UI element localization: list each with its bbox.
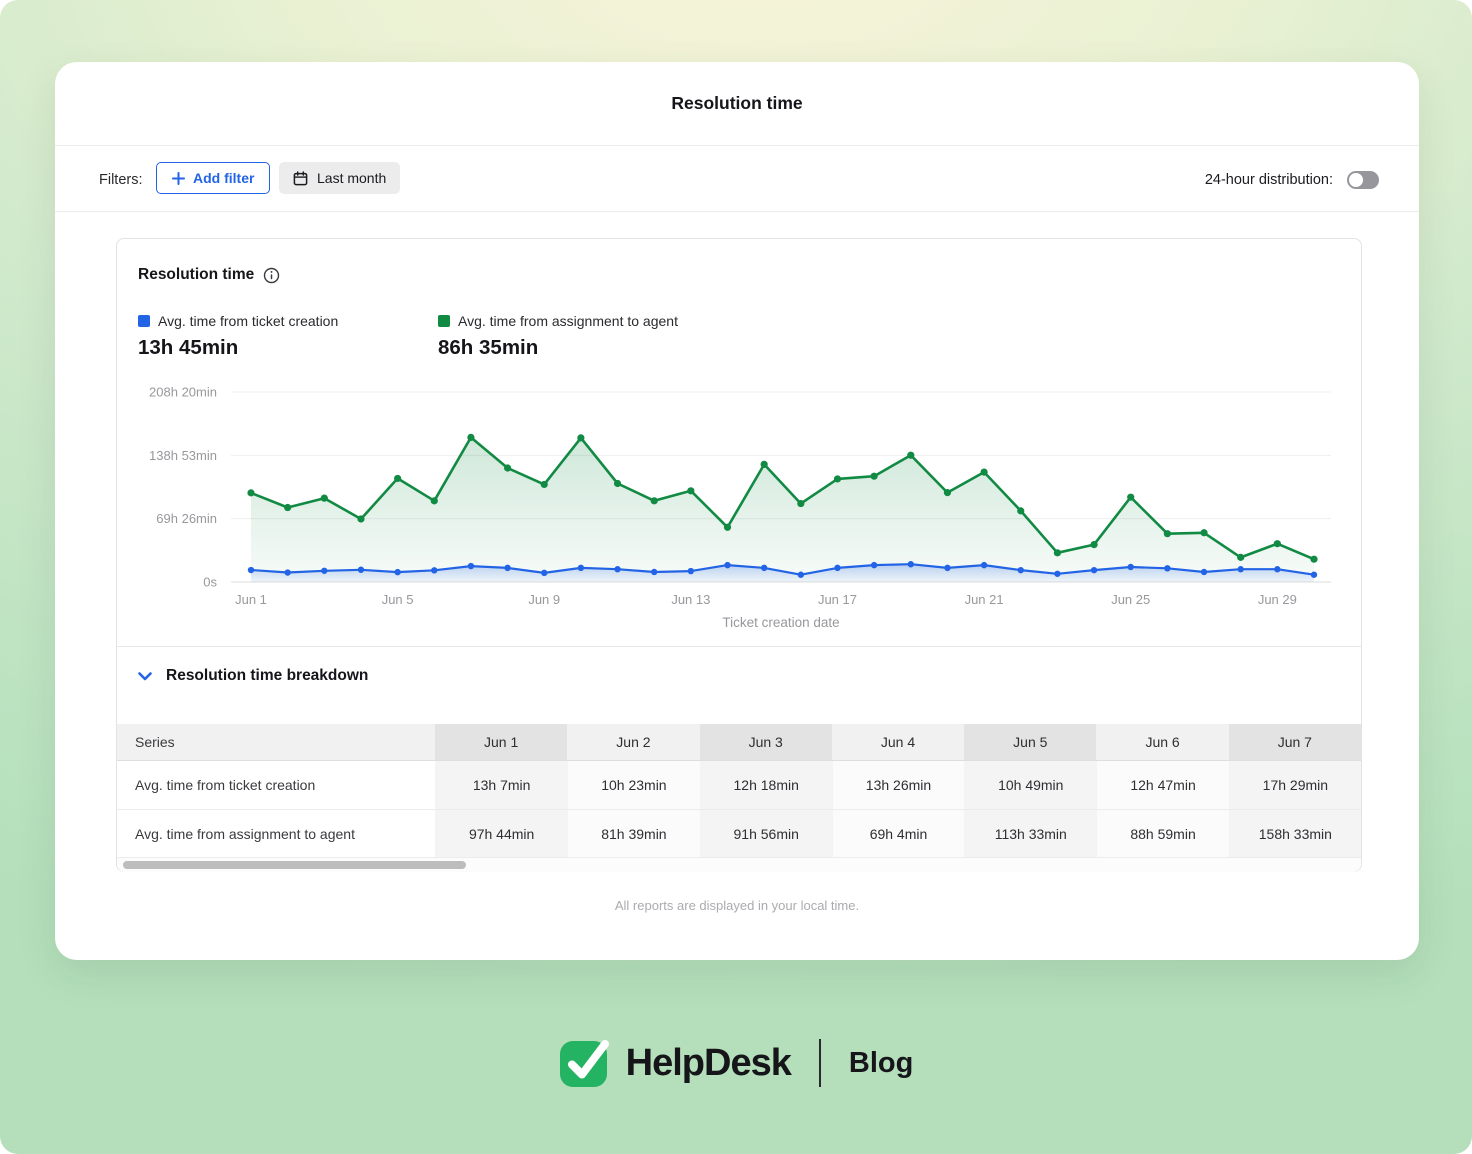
table-row-label: Avg. time from assignment to agent [117,809,435,857]
blog-link[interactable]: Blog [849,1047,913,1080]
toggle-knob [1349,173,1363,187]
filters-label: Filters: [99,172,143,188]
panel-divider [117,646,1361,647]
table-header-cell: Jun 7 [1229,724,1361,761]
svg-text:Jun 1: Jun 1 [235,592,267,607]
local-time-footnote: All reports are displayed in your local … [55,898,1419,913]
svg-text:Jun 17: Jun 17 [818,592,857,607]
table-row-label: Avg. time from ticket creation [117,761,435,809]
legend-label: Avg. time from assignment to agent [458,313,678,329]
plus-icon [172,172,185,185]
table-header-cell: Jun 5 [964,724,1096,761]
legend-value: 86h 35min [438,336,678,360]
table-scrollbar-track[interactable] [117,857,1361,872]
svg-text:Jun 29: Jun 29 [1258,592,1297,607]
breakdown-title: Resolution time breakdown [166,667,368,685]
report-header: Resolution time [55,62,1419,146]
table-cell: 69h 4min [832,809,964,857]
info-icon[interactable] [263,267,280,284]
svg-text:69h 26min: 69h 26min [156,511,217,526]
table-cell: 81h 39min [567,809,699,857]
breakdown-table: SeriesJun 1Jun 2Jun 3Jun 4Jun 5Jun 6Jun … [117,724,1361,857]
chevron-down-icon [138,672,152,681]
resolution-time-panel: Resolution time Avg. time from ticket cr… [116,238,1362,872]
table-cell: 97h 44min [435,809,567,857]
svg-text:Jun 9: Jun 9 [528,592,560,607]
legend-value: 13h 45min [138,336,338,360]
svg-text:0s: 0s [203,575,217,590]
page-footer: HelpDesk Blog [0,1036,1472,1090]
table-cell: 113h 33min [964,809,1096,857]
resolution-time-chart[interactable]: 208h 20min 138h 53min 69h 26min 0s Jun 1 Jun … [117,377,1363,637]
table-header-cell: Jun 3 [700,724,832,761]
legend-swatch-blue [138,315,150,327]
table-cell: 12h 47min [1096,761,1228,809]
svg-text:208h 20min: 208h 20min [149,385,217,400]
table-cell: 88h 59min [1096,809,1228,857]
panel-heading: Resolution time [138,266,280,284]
panel-title: Resolution time [138,266,254,284]
table-cell: 91h 56min [700,809,832,857]
table-scrollbar-thumb[interactable] [123,861,466,869]
svg-text:138h 53min: 138h 53min [149,448,217,463]
page-background: Resolution time Filters: Add filter [0,0,1472,1154]
legend-label: Avg. time from ticket creation [158,313,338,329]
legend-ticket-creation: Avg. time from ticket creation 13h 45min [138,313,338,360]
calendar-icon [293,171,308,186]
svg-text:Jun 13: Jun 13 [671,592,710,607]
table-header-series: Series [117,724,435,761]
helpdesk-check-icon [559,1036,614,1090]
table-cell: 10h 49min [964,761,1096,809]
table-cell: 13h 26min [832,761,964,809]
table-cell: 10h 23min [567,761,699,809]
filters-bar: Filters: Add filter Last month [55,147,1419,212]
svg-text:Jun 5: Jun 5 [382,592,414,607]
page-title: Resolution time [671,93,802,114]
svg-text:Ticket creation date: Ticket creation date [722,615,839,630]
legend-assignment-agent: Avg. time from assignment to agent 86h 3… [438,313,678,360]
table-cell: 17h 29min [1229,761,1361,809]
legend-swatch-green [438,315,450,327]
report-card: Resolution time Filters: Add filter [55,62,1419,960]
brand-name: HelpDesk [626,1042,791,1085]
helpdesk-logo[interactable]: HelpDesk [559,1036,791,1090]
table-cell: 158h 33min [1229,809,1361,857]
distribution-toggle[interactable] [1347,171,1379,189]
date-range-button[interactable]: Last month [279,162,400,194]
table-header-cell: Jun 4 [832,724,964,761]
table-header-cell: Jun 6 [1096,724,1228,761]
distribution-label: 24-hour distribution: [1205,172,1333,188]
footer-divider [819,1039,821,1087]
breakdown-toggle[interactable]: Resolution time breakdown [138,667,368,685]
add-filter-label: Add filter [193,170,254,186]
table-header-cell: Jun 1 [435,724,567,761]
svg-text:Jun 21: Jun 21 [965,592,1004,607]
table-cell: 13h 7min [435,761,567,809]
table-header-cell: Jun 2 [567,724,699,761]
add-filter-button[interactable]: Add filter [156,162,270,194]
svg-text:Jun 25: Jun 25 [1111,592,1150,607]
date-range-label: Last month [317,170,386,186]
table-cell: 12h 18min [700,761,832,809]
